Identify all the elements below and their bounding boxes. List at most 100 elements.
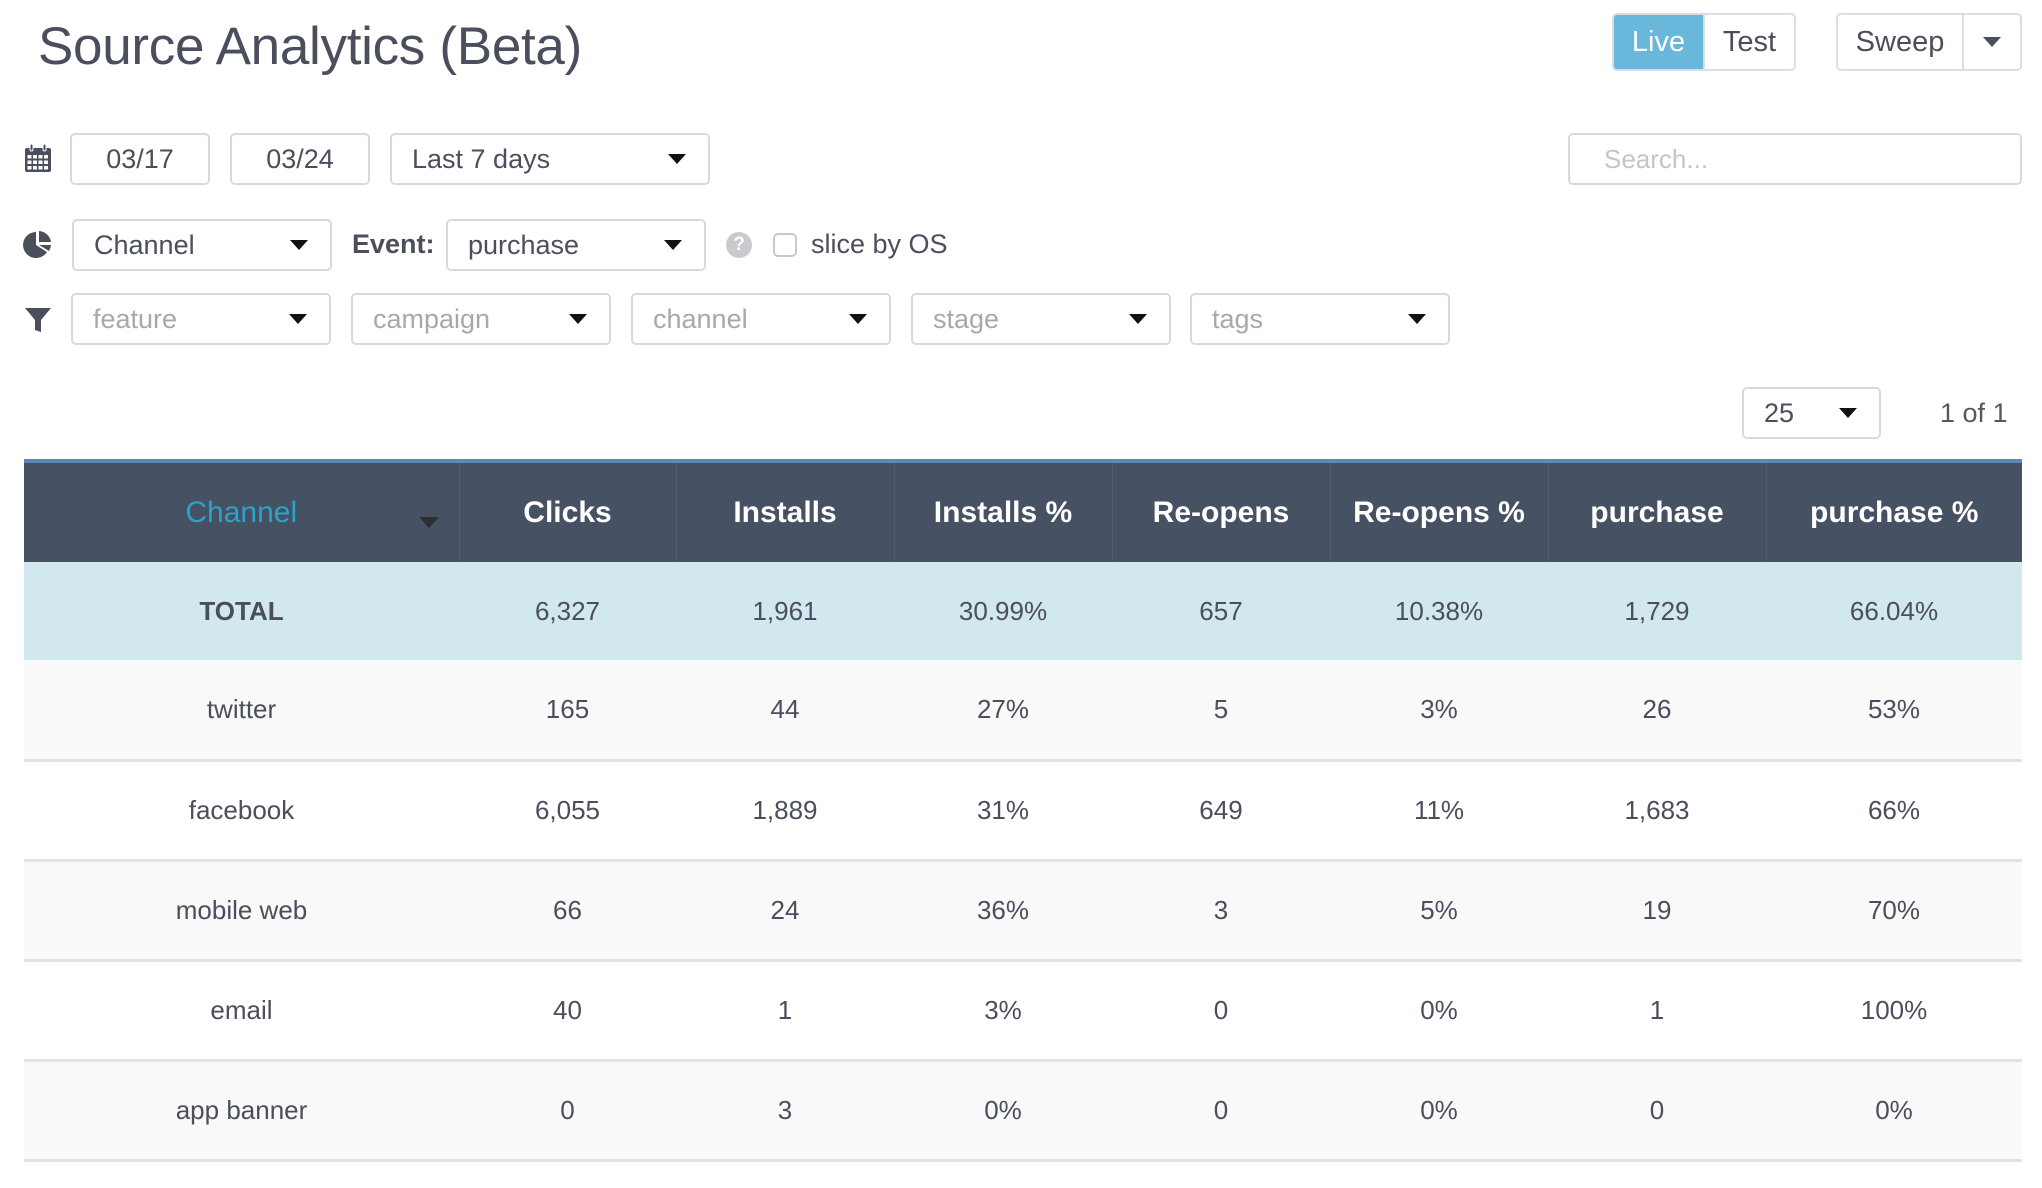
sweep-dropdown-toggle[interactable] [1962,15,2020,69]
per-page-value: 25 [1764,397,1795,428]
sort-caret-icon[interactable] [418,517,439,528]
question-circle-icon[interactable]: ? [726,232,752,258]
test-button[interactable]: Test [1703,15,1794,69]
metric-cell: 0 [1548,1060,1766,1162]
table-row[interactable]: facebook 6,055 1,889 31% 649 11% 1,683 66% [24,760,2022,862]
date-range-select[interactable]: Last 7 days [390,133,710,185]
metric-cell: 0 [1112,960,1330,1062]
metric-cell: 0 [459,1060,676,1162]
column-header-label: Channel [185,495,298,529]
metric-cell: 0% [1330,960,1548,1062]
caret-down-icon [289,314,307,324]
metric-cell: 0% [894,1060,1112,1162]
total-cell: 30.99% [894,562,1112,660]
metric-cell: 3 [676,1060,894,1162]
channel-cell: app banner [24,1060,459,1162]
sweep-split-button: Sweep [1836,13,2022,71]
filter-stage-placeholder: stage [933,303,1000,334]
total-cell: 1,729 [1548,562,1766,660]
metric-cell: 66 [459,860,676,962]
total-cell: 66.04% [1766,562,2022,660]
table-header-row: Channel Clicks Installs Installs % Re-op… [24,461,2022,562]
event-label: Event: [352,229,435,259]
filter-channel-placeholder: channel [653,303,748,334]
filter-stage-select[interactable]: stage [911,293,1171,345]
metric-cell: 24 [676,860,894,962]
slice-by-os-label[interactable]: slice by OS [811,226,948,262]
column-header-purchase[interactable]: purchase [1548,461,1767,562]
start-date-value: 03/17 [106,143,174,174]
metric-cell: 0% [1766,1060,2022,1162]
column-header-installs-pct[interactable]: Installs % [894,461,1113,562]
column-header-reopens[interactable]: Re-opens [1112,461,1331,562]
date-range-value: Last 7 days [412,143,551,174]
metric-cell: 19 [1548,860,1766,962]
start-date-input[interactable]: 03/17 [70,133,210,185]
metric-cell: 44 [676,660,894,762]
metric-cell: 649 [1112,760,1330,862]
metric-cell: 1,683 [1548,760,1766,862]
calendar-icon [25,143,51,172]
pie-chart-icon [23,231,51,258]
metric-cell: 70% [1766,860,2022,962]
filter-tags-select[interactable]: tags [1190,293,1450,345]
metric-cell: 5% [1330,860,1548,962]
group-by-select[interactable]: Channel [72,219,332,271]
caret-down-icon [1839,408,1857,418]
filter-feature-placeholder: feature [93,303,178,334]
total-row: TOTAL 6,327 1,961 30.99% 657 10.38% 1,72… [24,562,2022,660]
caret-down-icon [569,314,587,324]
caret-down-icon [668,154,686,164]
filter-icon [25,308,51,332]
channel-cell: email [24,960,459,1062]
column-header-reopens-pct[interactable]: Re-opens % [1330,461,1549,562]
end-date-input[interactable]: 03/24 [230,133,370,185]
caret-down-icon [1129,314,1147,324]
page-title: Source Analytics (Beta) [38,17,582,76]
filter-channel-select[interactable]: channel [631,293,891,345]
metric-cell: 6,055 [459,760,676,862]
metric-cell: 31% [894,760,1112,862]
filter-campaign-select[interactable]: campaign [351,293,611,345]
filter-feature-select[interactable]: feature [71,293,331,345]
metric-cell: 0% [1330,1060,1548,1162]
metric-cell: 3% [1330,660,1548,762]
metric-cell: 0 [1112,1060,1330,1162]
total-cell: TOTAL [24,562,459,660]
caret-down-icon [664,240,682,250]
metric-cell: 100% [1766,960,2022,1062]
metric-cell: 1 [676,960,894,1062]
per-page-select[interactable]: 25 [1742,387,1881,439]
channel-cell: twitter [24,660,459,762]
event-select[interactable]: purchase [446,219,706,271]
metric-cell: 40 [459,960,676,1062]
column-header-installs[interactable]: Installs [676,461,895,562]
caret-down-icon [290,240,308,250]
table-row[interactable]: email 40 1 3% 0 0% 1 100% [24,960,2022,1062]
search-input[interactable] [1568,133,2022,185]
metric-cell: 1,889 [676,760,894,862]
column-header-clicks[interactable]: Clicks [459,461,677,562]
metric-cell: 3% [894,960,1112,1062]
metric-cell: 53% [1766,660,2022,762]
sweep-button[interactable]: Sweep [1838,15,1962,69]
total-cell: 6,327 [459,562,676,660]
end-date-value: 03/24 [266,143,334,174]
table-row[interactable]: twitter 165 44 27% 5 3% 26 53% [24,660,2022,762]
metric-cell: 36% [894,860,1112,962]
column-header-purchase-pct[interactable]: purchase % [1766,461,2022,562]
channel-cell: facebook [24,760,459,862]
total-cell: 657 [1112,562,1330,660]
filter-tags-placeholder: tags [1212,303,1264,334]
analytics-table: Channel Clicks Installs Installs % Re-op… [24,459,2022,1162]
table-row[interactable]: mobile web 66 24 36% 3 5% 19 70% [24,860,2022,962]
column-header-channel[interactable]: Channel [24,461,460,562]
group-by-value: Channel [94,229,195,260]
live-button[interactable]: Live [1614,15,1703,69]
metric-cell: 1 [1548,960,1766,1062]
caret-down-icon [849,314,867,324]
slice-by-os-checkbox[interactable] [773,233,797,257]
caret-down-icon [1408,314,1426,324]
table-row[interactable]: app banner 0 3 0% 0 0% 0 0% [24,1060,2022,1162]
environment-toggle: Live Test [1612,13,1796,71]
